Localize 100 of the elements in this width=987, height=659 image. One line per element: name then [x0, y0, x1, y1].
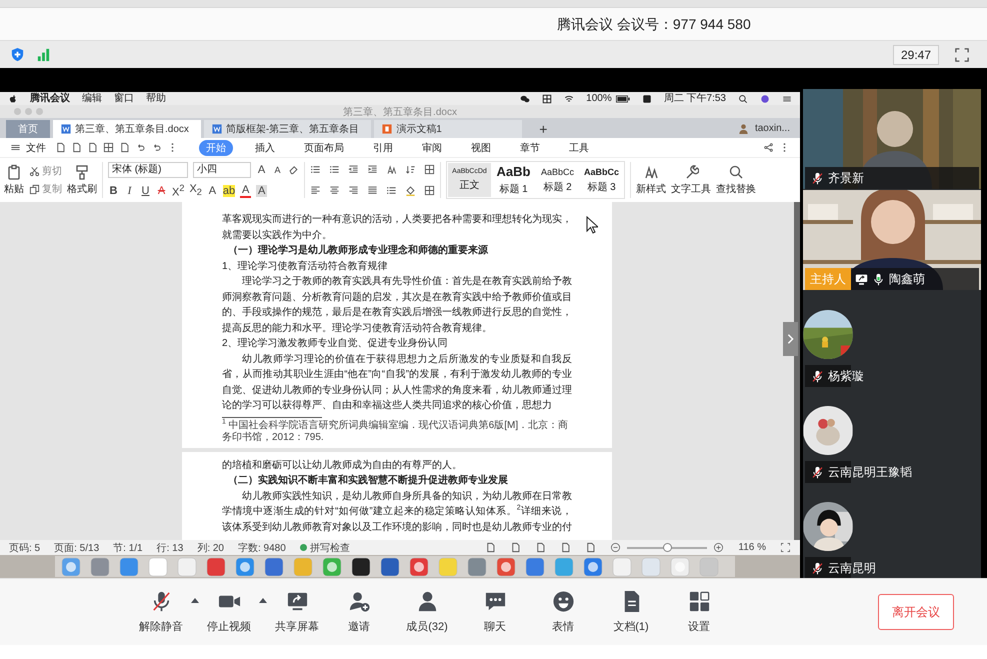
battery-icon[interactable] [616, 94, 630, 102]
menu-icon[interactable] [782, 94, 792, 104]
document-tab[interactable]: 简版框架-第三章、第五章条目 [204, 120, 372, 138]
toolbar-button[interactable]: 停止视频 [201, 584, 257, 640]
collapse-button[interactable] [783, 322, 798, 356]
border-icon[interactable] [424, 164, 435, 175]
border-icon[interactable] [103, 142, 114, 153]
format-button[interactable]: A [240, 184, 252, 198]
format-button[interactable]: B [108, 184, 119, 196]
undo-icon[interactable] [151, 142, 162, 153]
align-right-icon[interactable] [348, 185, 359, 196]
format-button[interactable]: ab [222, 184, 236, 196]
style-option[interactable]: AaBbCc 标题 2 [536, 163, 579, 197]
toolbar-button[interactable]: 邀请 [325, 584, 393, 640]
toolbar-button[interactable]: 共享屏幕 [269, 584, 325, 640]
view-mode-icon[interactable] [485, 542, 496, 553]
cut-button[interactable]: 剪切 [29, 164, 62, 178]
font-size-button[interactable]: A [272, 164, 283, 174]
list-icon[interactable] [329, 164, 340, 175]
page-icon[interactable] [71, 142, 82, 153]
style-option[interactable]: AaBbCc 标题 3 [580, 163, 623, 197]
spell-check-button[interactable]: 拼写检查 [300, 540, 350, 554]
font-select[interactable]: 宋体 (标题) [108, 162, 188, 178]
orb-icon[interactable] [760, 94, 770, 104]
paragraph: 幼儿教师学习理论的价值在于获得思想力之后所激发的专业质疑和自我反省，从而推动其职业生涯由“他在”向“自我”的发展，有利于激发幼儿教师的专业自觉、促进幼儿教师的专业身份认同；从人性需求的角度来看，幼儿教师通过理论的学习可以获得尊严、自由和幸福这些人类共同追求的核心价值，思想力 [222, 352, 572, 413]
bucket-icon[interactable] [405, 185, 416, 196]
zoom-in-icon[interactable] [713, 542, 724, 553]
format-button[interactable]: A [256, 184, 268, 196]
chat-bubbles-icon[interactable] [520, 94, 530, 104]
user-name[interactable]: taoxin... [754, 120, 790, 138]
tool-button[interactable]: 查找替换 [716, 164, 756, 196]
toolbar-button[interactable]: 设置 [665, 584, 733, 640]
wifi-icon[interactable] [564, 94, 574, 104]
search-icon[interactable] [738, 94, 748, 104]
toolbar-button[interactable]: 表情 [529, 584, 597, 640]
align-left-icon[interactable] [310, 185, 321, 196]
toolbar-button[interactable]: 聊天 [461, 584, 529, 640]
border-icon[interactable] [424, 185, 435, 196]
file-menu[interactable]: 文件 [26, 140, 46, 154]
sort-icon[interactable] [405, 164, 416, 175]
new-tab-button[interactable]: + [539, 120, 548, 138]
fullscreen-icon[interactable] [780, 542, 791, 553]
brush-icon [74, 164, 90, 180]
format-button[interactable]: I [124, 184, 135, 196]
font-size-button[interactable]: A [256, 164, 267, 176]
document-tab[interactable]: 演示文稿1 [374, 120, 522, 138]
ribbon-tab[interactable]: 引用 [366, 140, 400, 156]
outdent-icon[interactable] [348, 164, 359, 175]
grid-icon[interactable] [542, 94, 552, 104]
format-button[interactable]: U [140, 184, 151, 196]
view-mode-icon[interactable] [560, 542, 572, 553]
justify-icon[interactable] [367, 185, 378, 196]
ribbon-tab[interactable]: 视图 [464, 140, 498, 156]
view-mode-icon[interactable] [535, 542, 546, 553]
page-icon[interactable] [55, 142, 66, 153]
tool-button[interactable]: 新样式 [636, 164, 666, 196]
list-icon[interactable] [386, 185, 397, 196]
page-icon[interactable] [119, 142, 130, 153]
menu-item[interactable]: 腾讯会议 [30, 92, 70, 105]
page-icon[interactable] [87, 142, 98, 153]
eraser-icon[interactable] [288, 164, 299, 175]
format-painter-button[interactable]: 格式刷 [67, 164, 97, 196]
document-tab[interactable]: 第三章、第五章条目.docx [53, 120, 201, 138]
view-mode-icon[interactable] [510, 542, 522, 553]
style-option[interactable]: AaBb 标题 1 [492, 163, 535, 197]
ribbon-tab[interactable]: 页面布局 [297, 140, 351, 156]
undo-icon[interactable] [135, 142, 146, 153]
format-button[interactable]: A [206, 184, 218, 196]
app-status-icon[interactable] [642, 94, 652, 104]
indent-icon[interactable] [367, 164, 378, 175]
menu-item[interactable]: 编辑 [82, 92, 102, 105]
copy-button[interactable]: 复制 [29, 182, 62, 196]
format-button[interactable]: X$^{2}$ [172, 182, 184, 198]
ribbon-tab[interactable]: 审阅 [415, 140, 449, 156]
format-button[interactable]: X$_{2}$ [189, 183, 202, 198]
ribbon-tab[interactable]: 章节 [513, 140, 547, 156]
align-center-icon[interactable] [329, 185, 340, 196]
font-size-select[interactable]: 小四 [193, 162, 251, 178]
menu-item[interactable]: 帮助 [146, 92, 166, 105]
shield-icon[interactable] [10, 47, 25, 62]
leave-meeting-button[interactable]: 离开会议 [878, 594, 954, 630]
menu-item[interactable]: 窗口 [114, 92, 134, 105]
paste-button[interactable]: 粘贴 [4, 164, 24, 196]
tool-button[interactable]: 文字工具 [671, 164, 711, 196]
format-button[interactable]: A [156, 184, 167, 196]
app-icon[interactable] [351, 556, 371, 576]
zoom-slider[interactable] [663, 542, 672, 552]
apple-icon[interactable] [8, 94, 18, 104]
zoom-out-icon[interactable] [610, 542, 622, 553]
toolbar-button[interactable]: 成员(32) [393, 584, 461, 640]
ribbon-tab[interactable]: 插入 [248, 140, 282, 156]
fullscreen-icon[interactable] [955, 48, 969, 62]
list-icon[interactable] [310, 164, 321, 175]
ribbon-tab[interactable]: 工具 [562, 140, 596, 156]
toolbar-button[interactable]: 解除静音 [133, 584, 189, 640]
view-mode-icon[interactable] [585, 542, 596, 553]
menu-icon[interactable] [10, 142, 21, 153]
styles-icon[interactable] [386, 164, 397, 175]
share-icon[interactable] [763, 142, 774, 153]
toolbar-button[interactable]: 文档(1) [597, 584, 665, 640]
